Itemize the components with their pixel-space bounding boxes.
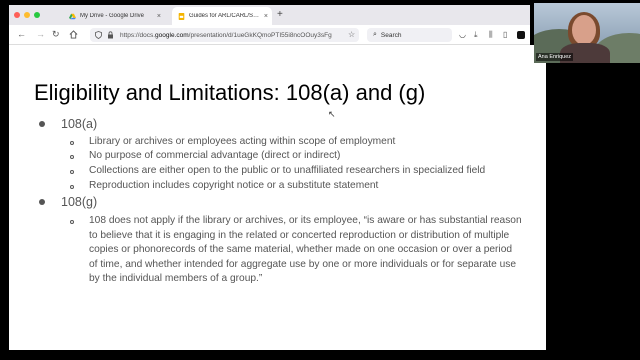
- search-icon: ⌕: [373, 31, 377, 38]
- tab-bar: My Drive - Google Drive × Guides for ARL…: [9, 5, 530, 25]
- extension-icon[interactable]: [517, 31, 525, 39]
- mouse-cursor-icon: ↖: [328, 109, 336, 119]
- close-tab-icon[interactable]: ×: [260, 13, 272, 20]
- sub-bullet-icon: [70, 185, 74, 189]
- slide-title: Eligibility and Limitations: 108(a) and …: [34, 80, 426, 105]
- list-item: Library or archives or employees acting …: [70, 135, 395, 150]
- url-prefix: https://docs.: [120, 31, 156, 39]
- url-path: /presentation/d/1ueGkKQmoPTI55i8ncOOuy3s…: [188, 31, 332, 39]
- slide-canvas: Eligibility and Limitations: 108(a) and …: [9, 45, 546, 350]
- sidebar-icon[interactable]: ▯: [503, 29, 507, 40]
- sub-bullet-icon: [70, 141, 74, 145]
- back-icon[interactable]: ←: [17, 29, 26, 40]
- google-slides-icon: [178, 12, 185, 20]
- lock-icon[interactable]: [107, 31, 114, 39]
- maximize-window-button[interactable]: [34, 12, 40, 18]
- scrollbar[interactable]: [546, 45, 550, 350]
- reload-icon[interactable]: ↻: [52, 29, 60, 40]
- close-tab-icon[interactable]: ×: [153, 13, 165, 20]
- bullet-label: 108(a): [61, 117, 98, 131]
- navigation-toolbar: ← → ↻ https://docs. google.com/presentati…: [9, 25, 530, 45]
- shield-icon[interactable]: [95, 31, 102, 39]
- sub-bullet-icon: [70, 220, 74, 224]
- download-icon[interactable]: ⤓: [474, 29, 478, 40]
- new-tab-button[interactable]: +: [277, 9, 283, 20]
- google-drive-icon: [69, 13, 76, 19]
- tab-title: Guides for ARL/CARL/SPN - Go: [189, 13, 260, 19]
- forward-icon[interactable]: →: [36, 29, 45, 40]
- star-icon[interactable]: ☆: [348, 29, 355, 40]
- sub-bullet-icon: [70, 155, 74, 159]
- pocket-icon[interactable]: ◡: [459, 29, 466, 40]
- video-thumbnail[interactable]: Ana Enriquez: [534, 3, 640, 63]
- home-icon[interactable]: [69, 30, 78, 39]
- url-domain: google.com: [155, 31, 189, 39]
- search-placeholder: Search: [380, 31, 402, 39]
- sub-bullet-icon: [70, 170, 74, 174]
- tab-title: My Drive - Google Drive: [80, 13, 145, 19]
- participant-name: Ana Enriquez: [536, 53, 574, 61]
- bullet-icon: [39, 199, 45, 205]
- bullet-label: 108(g): [61, 195, 98, 209]
- tab-my-drive[interactable]: My Drive - Google Drive ×: [63, 7, 165, 25]
- search-input[interactable]: ⌕ Search: [367, 28, 452, 42]
- participant-face: [572, 15, 596, 45]
- list-item-quote: 108 does not apply if the library or arc…: [70, 214, 522, 287]
- browser-window: My Drive - Google Drive × Guides for ARL…: [9, 5, 530, 45]
- close-window-button[interactable]: [14, 12, 20, 18]
- list-item: Reproduction includes copyright notice o…: [70, 179, 378, 194]
- library-icon[interactable]: ⫼: [489, 29, 493, 40]
- bullet-icon: [39, 121, 45, 127]
- list-item: No purpose of commercial advantage (dire…: [70, 149, 340, 164]
- list-item: Collections are either open to the publi…: [70, 164, 485, 179]
- minimize-window-button[interactable]: [24, 12, 30, 18]
- url-bar[interactable]: https://docs. google.com/presentation/d/1…: [90, 28, 359, 42]
- tab-guides[interactable]: Guides for ARL/CARL/SPN - Go ×: [172, 7, 272, 25]
